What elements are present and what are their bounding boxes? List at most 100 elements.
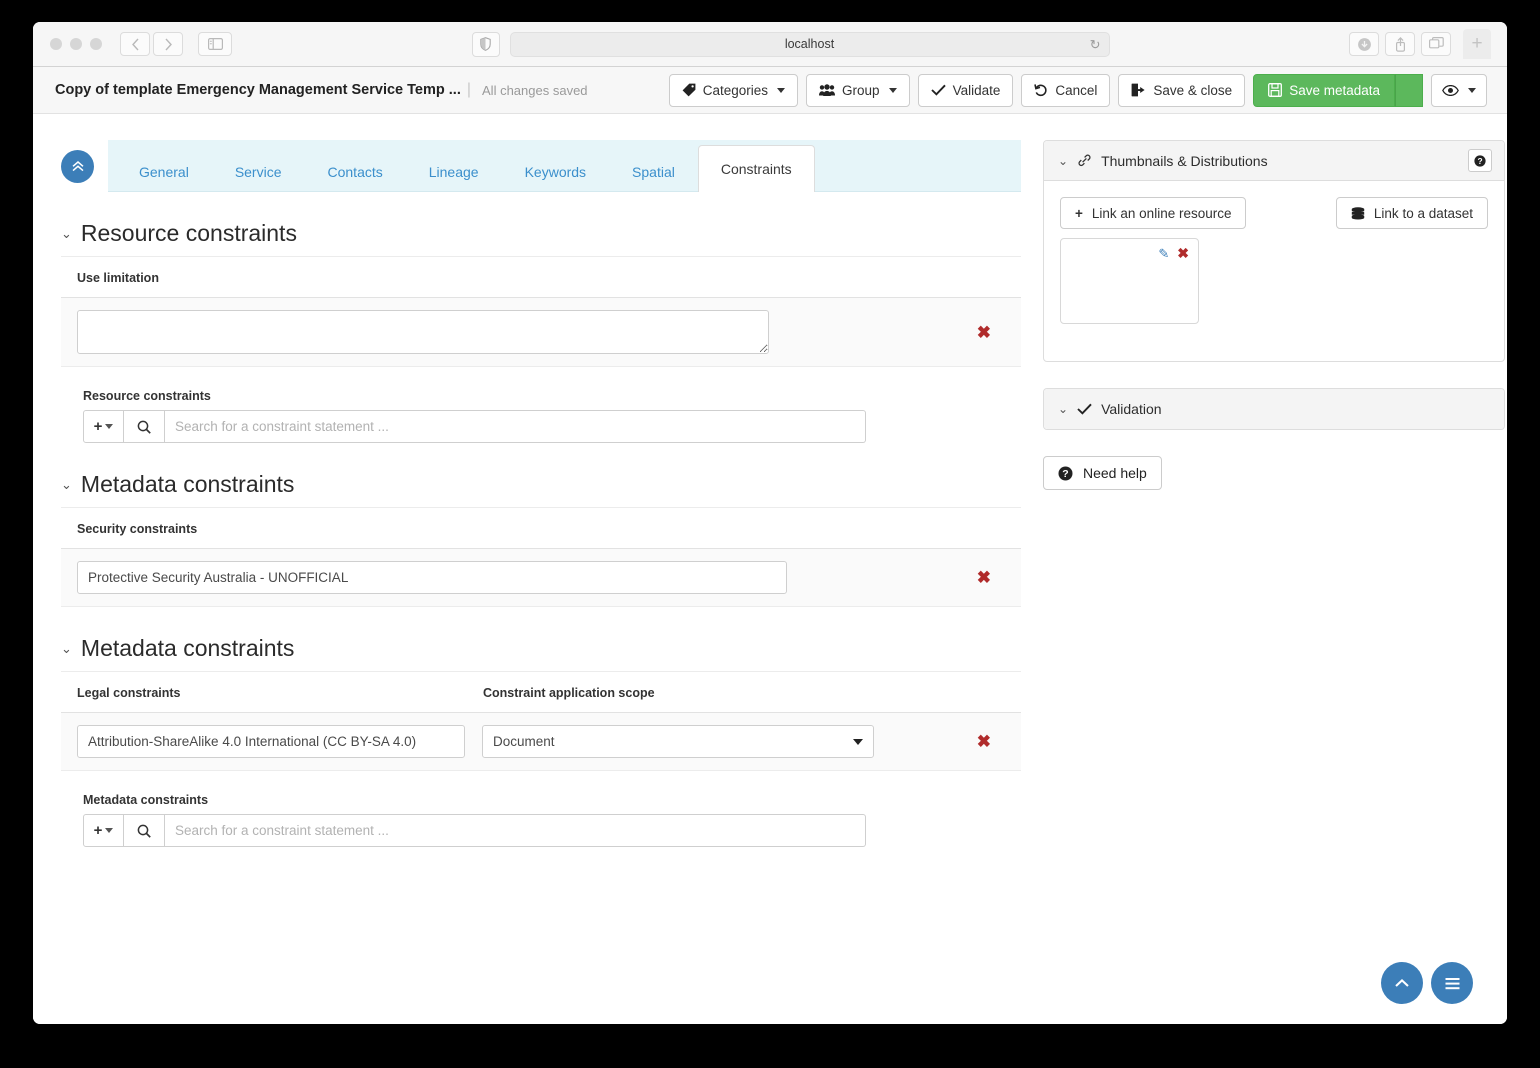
use-limitation-textarea[interactable] bbox=[77, 310, 769, 354]
thumbnails-panel-header[interactable]: ⌄ Thumbnails & Distributions ? bbox=[1044, 141, 1504, 181]
quick-menu-button[interactable] bbox=[1431, 962, 1473, 1004]
chevron-down-icon: ⌄ bbox=[1058, 402, 1069, 416]
sign-out-icon bbox=[1131, 83, 1145, 97]
tab-general[interactable]: General bbox=[116, 150, 212, 192]
thumbnails-panel-title: Thumbnails & Distributions bbox=[1101, 152, 1268, 169]
cancel-button[interactable]: Cancel bbox=[1021, 73, 1111, 107]
tab-service[interactable]: Service bbox=[212, 150, 305, 192]
tab-label: Lineage bbox=[428, 163, 479, 180]
tab-label: Spatial bbox=[632, 163, 675, 180]
sidebar-toggle-button[interactable] bbox=[198, 32, 232, 56]
tab-overview-button[interactable] bbox=[1421, 32, 1451, 56]
categories-button[interactable]: Categories bbox=[668, 73, 799, 107]
link-to-dataset-button[interactable]: Link to a dataset bbox=[1335, 197, 1488, 229]
collapse-all-button[interactable] bbox=[61, 150, 94, 183]
add-metadata-constraint-button[interactable]: + bbox=[83, 814, 124, 847]
search-resource-constraint-button[interactable] bbox=[124, 410, 165, 443]
use-limitation-label: Use limitation bbox=[61, 257, 1021, 298]
constraint-scope-select[interactable]: Document bbox=[482, 725, 874, 758]
need-help-button[interactable]: ? Need help bbox=[1043, 456, 1162, 490]
metadata-legal-legend[interactable]: ⌄ Metadata constraints bbox=[61, 635, 1021, 671]
link-online-resource-button[interactable]: + Link an online resource bbox=[1060, 197, 1247, 229]
back-button[interactable] bbox=[120, 32, 150, 56]
legal-constraints-input[interactable] bbox=[77, 725, 465, 758]
metadata-legal-title: Metadata constraints bbox=[80, 635, 295, 661]
privacy-shield-button[interactable] bbox=[471, 31, 500, 57]
maximize-window-button[interactable] bbox=[90, 38, 102, 50]
metadata-constraint-search-input[interactable] bbox=[165, 814, 866, 847]
resource-constraints-legend[interactable]: ⌄ Resource constraints bbox=[61, 220, 1021, 256]
resource-constraint-search-input[interactable] bbox=[165, 410, 866, 443]
question-mark-icon: ? bbox=[1474, 154, 1486, 167]
database-icon bbox=[1351, 206, 1365, 219]
chevron-left-icon bbox=[131, 38, 139, 50]
group-button[interactable]: Group bbox=[806, 73, 910, 107]
share-button[interactable] bbox=[1385, 32, 1415, 56]
tab-bar-row: General Service Contacts Lineage Keyword… bbox=[61, 140, 1021, 192]
add-resource-constraint-button[interactable]: + bbox=[83, 410, 124, 443]
forward-button[interactable] bbox=[153, 32, 183, 56]
save-metadata-label: Save metadata bbox=[1289, 82, 1380, 98]
downloads-button[interactable] bbox=[1349, 32, 1379, 56]
tag-icon bbox=[682, 83, 696, 97]
tab-keywords[interactable]: Keywords bbox=[502, 150, 609, 192]
tab-lineage[interactable]: Lineage bbox=[406, 150, 502, 192]
floating-action-buttons bbox=[1381, 962, 1473, 1004]
link-icon bbox=[1078, 154, 1091, 167]
url-text: localhost bbox=[784, 37, 835, 51]
window-traffic-lights bbox=[50, 38, 102, 50]
validate-button[interactable]: Validate bbox=[917, 73, 1014, 107]
thumbnails-help-button[interactable]: ? bbox=[1468, 149, 1492, 172]
editor-toolbar: Categories Group Validate Cancel Save & … bbox=[668, 73, 1487, 107]
resource-constraints-search-label: Resource constraints bbox=[83, 389, 211, 403]
security-constraints-input[interactable] bbox=[77, 561, 787, 594]
metadata-security-constraints-fieldset: ⌄ Metadata constraints Security constrai… bbox=[61, 471, 1021, 607]
delete-legal-constraint-button[interactable]: ✖ bbox=[977, 733, 1005, 750]
question-mark-circle-icon: ? bbox=[1058, 466, 1073, 480]
validation-panel-header[interactable]: ⌄ Validation bbox=[1044, 389, 1504, 429]
title-separator: | bbox=[466, 81, 472, 98]
validation-panel-title: Validation bbox=[1101, 401, 1162, 417]
legal-constraints-label: Legal constraints bbox=[77, 686, 181, 700]
metadata-security-legend[interactable]: ⌄ Metadata constraints bbox=[61, 471, 1021, 507]
shield-icon bbox=[480, 37, 491, 51]
new-tab-button[interactable]: + bbox=[1463, 29, 1491, 59]
cancel-label: Cancel bbox=[1055, 82, 1098, 98]
tab-label: Constraints bbox=[720, 161, 792, 177]
close-window-button[interactable] bbox=[50, 38, 62, 50]
delete-use-limitation-button[interactable]: ✖ bbox=[977, 324, 1005, 341]
save-metadata-button[interactable]: Save metadata bbox=[1253, 73, 1395, 107]
thumbnails-distributions-panel: ⌄ Thumbnails & Distributions ? + Link an… bbox=[1043, 140, 1505, 362]
metadata-constraints-search-label: Metadata constraints bbox=[83, 793, 209, 807]
constraint-scope-select-wrap: Document bbox=[482, 725, 874, 758]
tab-spatial[interactable]: Spatial bbox=[609, 150, 698, 192]
delete-security-constraint-button[interactable]: ✖ bbox=[977, 569, 1005, 586]
search-metadata-constraint-button[interactable] bbox=[124, 814, 165, 847]
floppy-disk-icon bbox=[1268, 83, 1283, 97]
side-panel-column: ⌄ Thumbnails & Distributions ? + Link an… bbox=[1043, 140, 1505, 847]
save-metadata-dropdown-toggle[interactable] bbox=[1395, 73, 1423, 107]
address-bar[interactable]: localhost ↻ bbox=[509, 31, 1110, 57]
legal-constraints-row: Document ✖ bbox=[61, 713, 1021, 771]
editor-body: General Service Contacts Lineage Keyword… bbox=[33, 114, 1507, 847]
pencil-icon[interactable]: ✎ bbox=[1158, 246, 1169, 262]
constraint-scope-label: Constraint application scope bbox=[483, 686, 655, 700]
chevron-down-icon: ⌄ bbox=[61, 641, 72, 656]
save-close-button[interactable]: Save & close bbox=[1118, 73, 1246, 107]
use-limitation-row: ✖ bbox=[61, 298, 1021, 367]
chevron-down-icon bbox=[777, 87, 786, 93]
chevron-right-icon bbox=[164, 38, 172, 50]
link-online-resource-label: Link an online resource bbox=[1091, 205, 1232, 221]
tab-constraints[interactable]: Constraints bbox=[697, 145, 815, 192]
page-title: Copy of template Emergency Management Se… bbox=[55, 82, 461, 98]
scroll-to-top-button[interactable] bbox=[1381, 962, 1423, 1004]
delete-thumbnail-button[interactable]: ✖ bbox=[1177, 245, 1189, 262]
reload-icon[interactable]: ↻ bbox=[1090, 37, 1101, 53]
tab-contacts[interactable]: Contacts bbox=[305, 150, 406, 192]
view-mode-button[interactable] bbox=[1431, 73, 1487, 107]
thumbnail-actions: ✎ ✖ bbox=[1158, 245, 1189, 262]
minimize-window-button[interactable] bbox=[70, 38, 82, 50]
tab-label: Contacts bbox=[327, 163, 383, 180]
tab-label: Keywords bbox=[524, 163, 587, 180]
thumbnail-item[interactable]: ✎ ✖ bbox=[1060, 238, 1199, 324]
